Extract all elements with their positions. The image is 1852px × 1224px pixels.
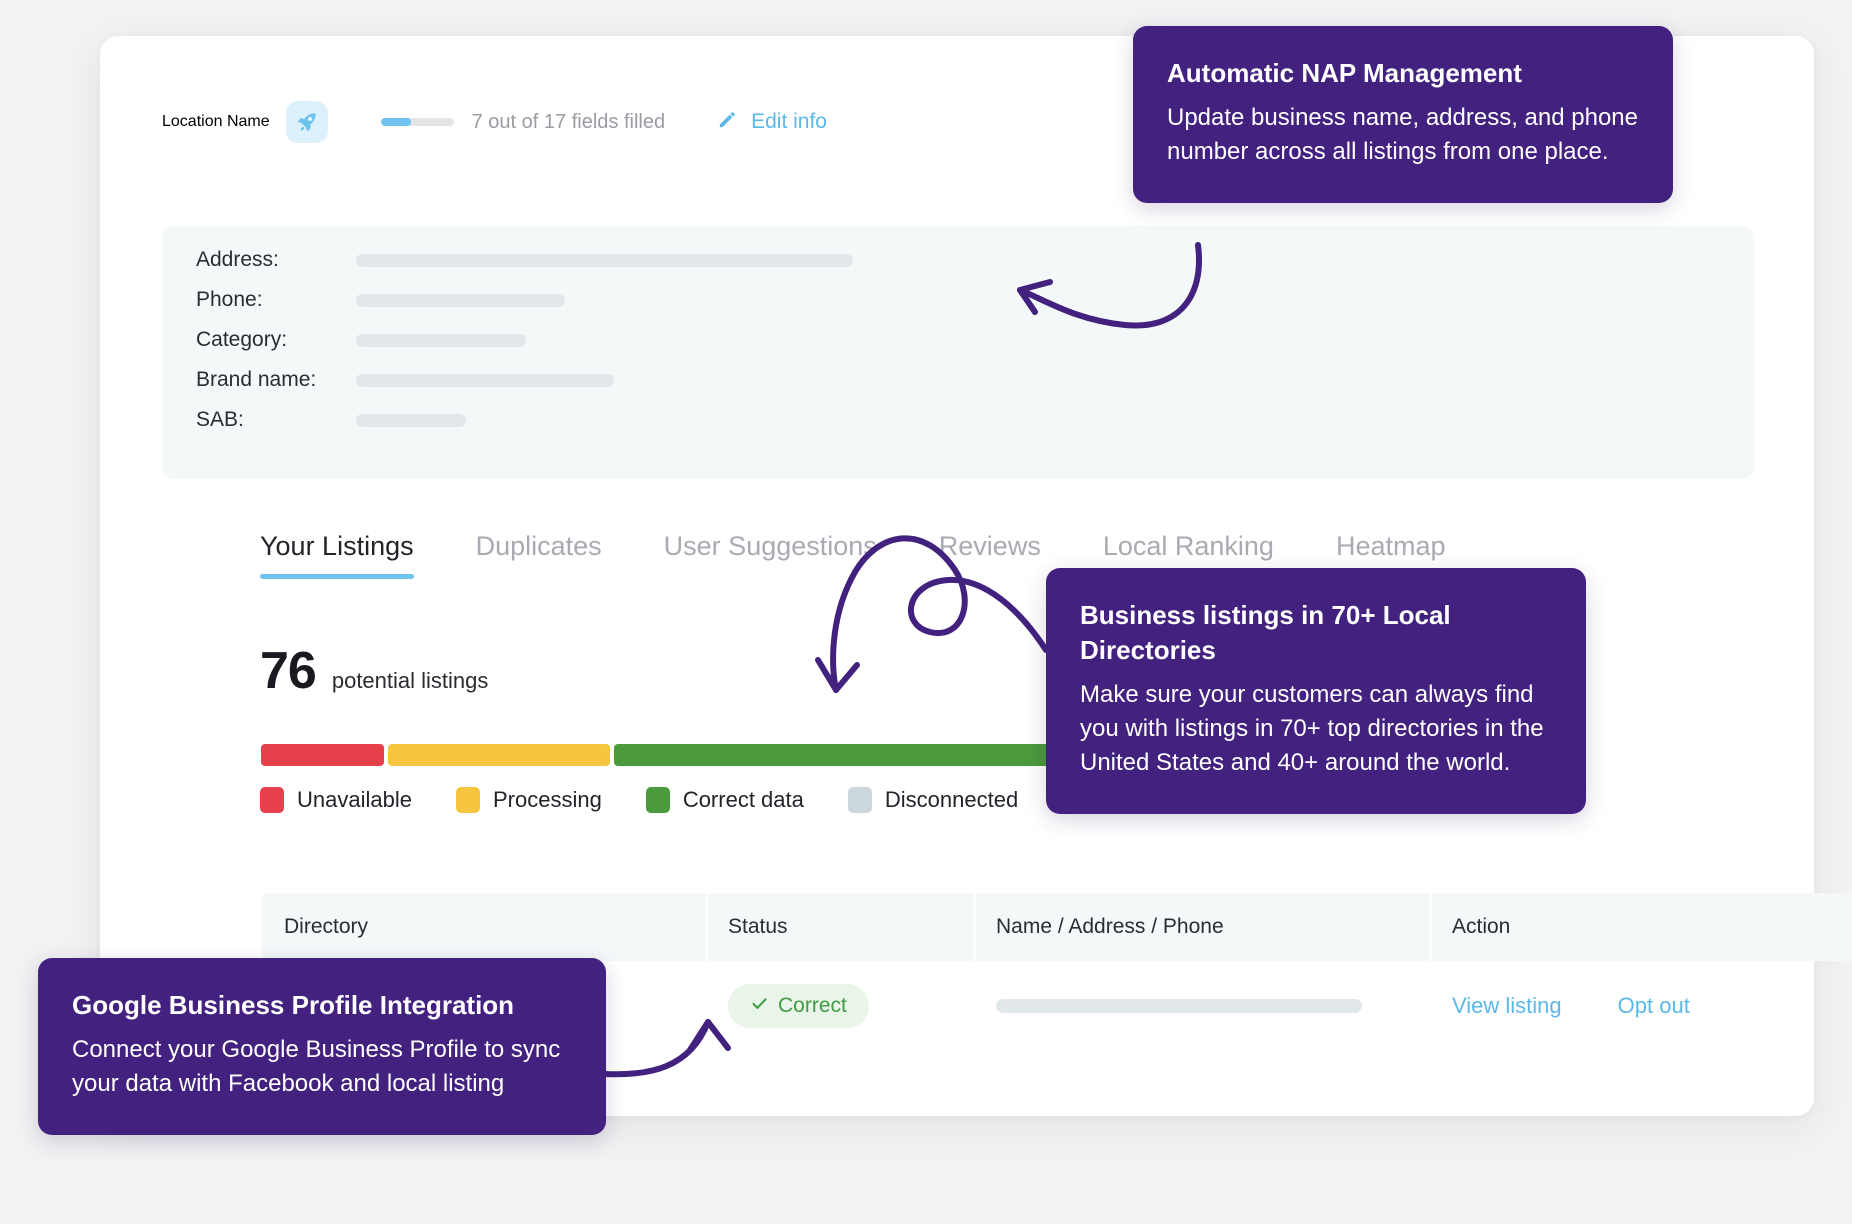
pencil-icon	[716, 108, 739, 136]
listing-status-bar-chart	[261, 744, 1094, 766]
legend-item: Unavailable	[260, 787, 412, 813]
callout-nap: Automatic NAP Management Update business…	[1133, 26, 1673, 204]
legend-swatch	[260, 787, 284, 813]
info-row-label: Category:	[196, 328, 288, 351]
info-row: Brand name:	[196, 368, 614, 392]
column-header-status: Status	[706, 893, 974, 961]
tab-duplicates[interactable]: Duplicates	[445, 531, 633, 579]
callout-google-body: Connect your Google Business Profile to …	[72, 1036, 561, 1098]
callout-directories-title: Business listings in 70+ Local Directori…	[1080, 600, 1451, 666]
legend-label: Correct data	[682, 787, 804, 812]
status-segment-correct-data	[613, 744, 1049, 766]
legend-label: Unavailable	[297, 787, 412, 812]
column-header-action: Action	[1430, 893, 1852, 961]
info-row: Category:	[196, 328, 526, 352]
info-row-placeholder-bar	[356, 333, 526, 347]
opt-out-link[interactable]: Opt out	[1618, 993, 1690, 1019]
header: Location Name 7 out of 17 fields filled …	[162, 94, 827, 150]
status-badge: Correct	[728, 984, 869, 1028]
status-segment-processing	[388, 744, 610, 766]
info-row: Address:	[196, 248, 853, 272]
legend-swatch	[455, 787, 480, 813]
callout-google-title: Google Business Profile Integration	[72, 990, 515, 1020]
info-row-label: Address:	[196, 248, 279, 271]
page-title: Location Name	[162, 113, 270, 130]
info-row-placeholder-bar	[356, 293, 565, 307]
status-legend: Unavailable Processing Correct data Disconn…	[260, 787, 1062, 813]
edit-info-button[interactable]: Edit info	[716, 108, 827, 136]
legend-label: Processing	[492, 787, 602, 812]
info-row: Phone:	[196, 288, 565, 312]
check-icon	[750, 994, 769, 1018]
nap-placeholder-bar	[996, 999, 1362, 1013]
cell-nap	[974, 999, 1430, 1013]
fields-progress: 7 out of 17 fields filled	[380, 110, 666, 134]
column-header-nap: Name / Address / Phone	[974, 893, 1430, 961]
cell-action: View listing Opt out	[1430, 993, 1852, 1019]
tab-user-suggestions[interactable]: User Suggestions	[633, 531, 908, 579]
legend-item: Disconnected	[847, 787, 1019, 813]
potential-listings-summary: 76 potential listings	[260, 641, 488, 701]
listings-count-label: potential listings	[331, 668, 489, 693]
info-row-label: Brand name:	[196, 368, 317, 391]
table-header-row: Directory Status Name / Address / Phone …	[262, 893, 1852, 961]
callout-directories-body: Make sure your customers can always find…	[1080, 681, 1544, 777]
callout-nap-body: Update business name, address, and phone…	[1167, 104, 1638, 166]
tab-your-listings[interactable]: Your Listings	[260, 531, 445, 579]
view-listing-link[interactable]: View listing	[1452, 993, 1562, 1019]
callout-nap-title: Automatic NAP Management	[1167, 58, 1522, 88]
info-row-label: Phone:	[196, 288, 263, 311]
status-segment-unavailable	[261, 744, 385, 766]
rocket-icon[interactable]	[285, 101, 328, 143]
legend-label: Disconnected	[884, 787, 1019, 812]
status-badge-label: Correct	[778, 994, 847, 1017]
business-info-panel: Address: Phone: Category: Brand name: SAB:	[162, 226, 1754, 479]
edit-info-label: Edit info	[751, 110, 827, 133]
info-row-label: SAB:	[196, 408, 244, 431]
callout-directories: Business listings in 70+ Local Directori…	[1046, 568, 1586, 815]
info-row-placeholder-bar	[356, 413, 466, 427]
callout-google: Google Business Profile Integration Conn…	[38, 958, 606, 1136]
legend-item: Processing	[455, 787, 602, 813]
legend-item: Correct data	[645, 787, 804, 813]
legend-swatch	[645, 787, 670, 813]
legend-swatch	[847, 787, 872, 813]
column-header-directory: Directory	[284, 915, 369, 938]
cell-status: Correct	[706, 984, 974, 1028]
info-row-placeholder-bar	[356, 373, 614, 387]
progress-track	[380, 118, 454, 126]
info-row-placeholder-bar	[356, 253, 853, 267]
listings-count: 76	[260, 642, 317, 700]
fields-filled-label: 7 out of 17 fields filled	[471, 110, 666, 133]
tab-reviews[interactable]: Reviews	[908, 531, 1072, 579]
info-row: SAB:	[196, 408, 466, 432]
progress-fill	[380, 118, 411, 126]
